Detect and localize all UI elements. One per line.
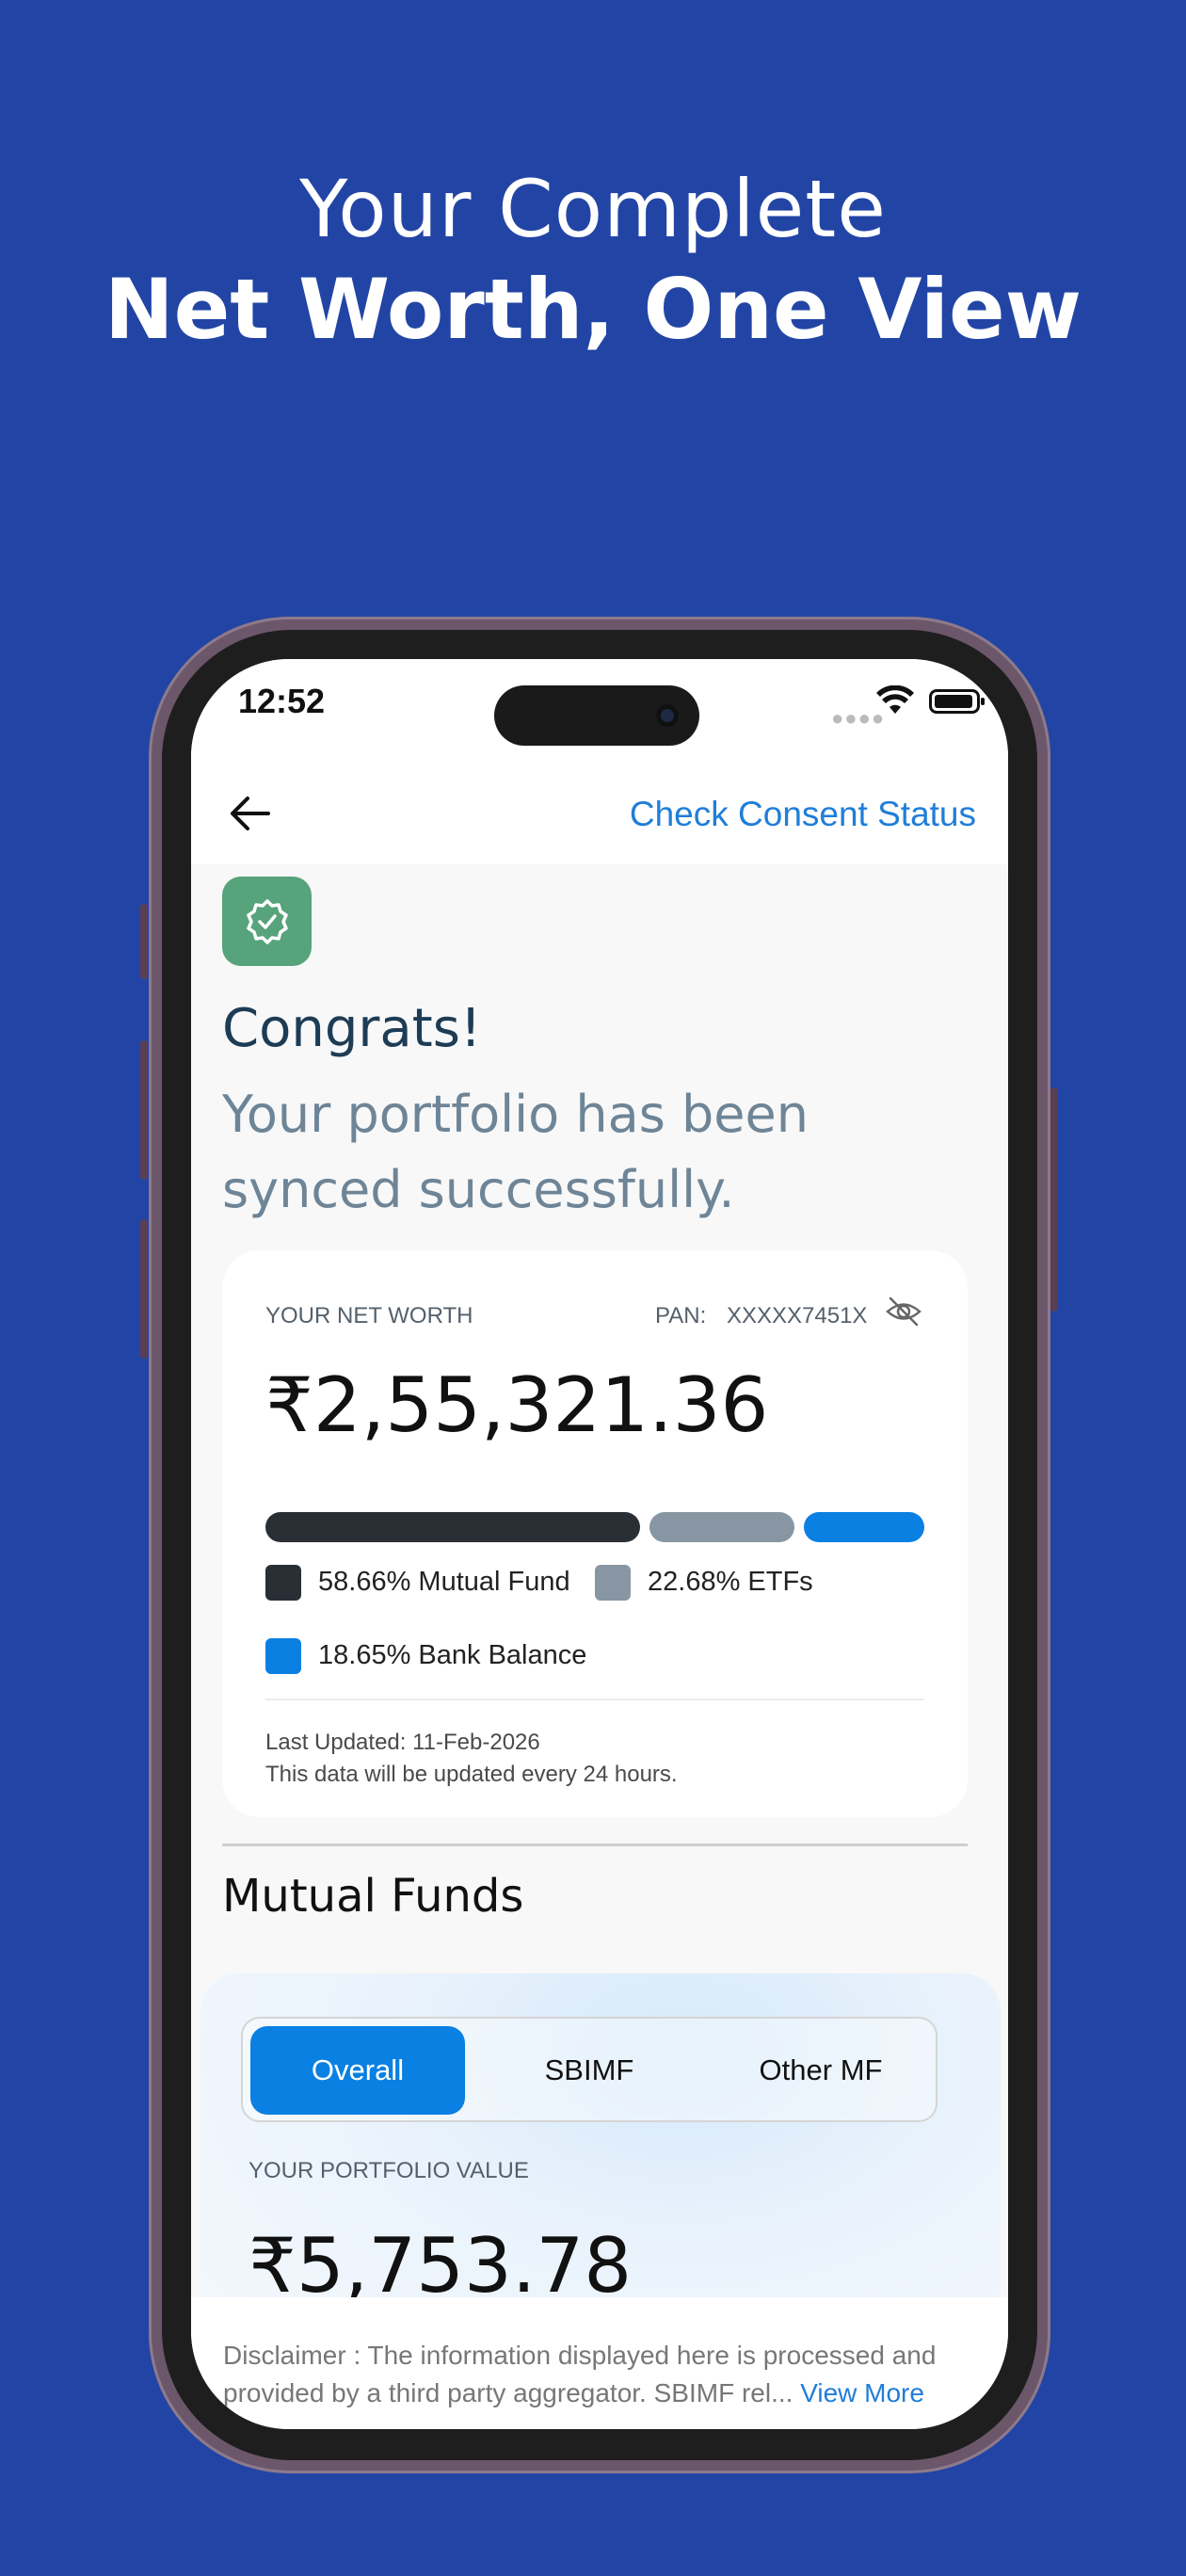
status-bar: 12:52 ●●●●: [191, 659, 1008, 763]
last-updated-date: Last Updated: 11-Feb-2026: [265, 1730, 540, 1755]
legend-swatch: [265, 1565, 301, 1601]
phone-action-button: [140, 904, 148, 979]
success-badge: [222, 877, 312, 966]
sync-success-message: Your portfolio has been synced successfu…: [222, 1085, 809, 1219]
status-time: 12:52: [238, 682, 326, 720]
allocation-bar-mutual-fund: [265, 1512, 640, 1542]
update-frequency-note: This data will be updated every 24 hours…: [265, 1762, 678, 1787]
hero-heading: Your Complete Net Worth, One View: [0, 160, 1186, 362]
legend-label: 58.66% Mutual Fund: [318, 1567, 570, 1597]
section-divider: [222, 1843, 968, 1846]
check-consent-status-link[interactable]: Check Consent Status: [630, 795, 976, 834]
tab-other-mf[interactable]: Other MF: [713, 2026, 928, 2115]
legend-swatch: [595, 1565, 631, 1601]
view-more-link[interactable]: View More: [800, 2378, 924, 2407]
legend-swatch: [265, 1638, 301, 1674]
legend-label: 22.68% ETFs: [648, 1567, 813, 1597]
back-arrow-icon[interactable]: [227, 793, 272, 834]
allocation-bar-bank-balance: [804, 1512, 924, 1542]
hero-line-2: Net Worth, One View: [104, 261, 1082, 358]
wifi-icon: [876, 685, 914, 714]
mutual-funds-title: Mutual Funds: [222, 1870, 524, 1923]
disclaimer-text: Disclaimer : The information displayed h…: [223, 2337, 986, 2412]
last-updated-info: Last Updated: 11-Feb-2026 This data will…: [265, 1727, 678, 1791]
disclaimer-footer: Disclaimer : The information displayed h…: [191, 2297, 1008, 2429]
congrats-title: Congrats!: [222, 998, 482, 1059]
tab-overall[interactable]: Overall: [250, 2026, 465, 2115]
phone-power-button: [1050, 1087, 1058, 1312]
phone-screen: 12:52 ●●●● Check Consent Status Congrats…: [191, 659, 1008, 2429]
portfolio-value-label: YOUR PORTFOLIO VALUE: [248, 2158, 529, 2183]
dynamic-island: [494, 685, 699, 746]
tab-sbimf[interactable]: SBIMF: [482, 2026, 697, 2115]
net-worth-value: ₹2,55,321.36: [265, 1361, 769, 1449]
fund-tabs: Overall SBIMF Other MF: [241, 2017, 938, 2122]
camera-icon: [656, 704, 679, 727]
battery-icon: [929, 689, 985, 714]
verified-badge-icon: [247, 899, 288, 944]
allocation-bar-etfs: [649, 1512, 794, 1542]
phone-volume-down-button: [140, 1219, 148, 1359]
pan-label: PAN:: [655, 1303, 707, 1328]
phone-volume-up-button: [140, 1040, 148, 1180]
net-worth-card: YOUR NET WORTH PAN: XXXXX7451X ₹2,55,321…: [222, 1250, 968, 1817]
nav-bar: Check Consent Status: [191, 763, 1008, 864]
hero-line-1: Your Complete: [299, 163, 887, 255]
pan-value: XXXXX7451X: [727, 1303, 868, 1328]
legend-label: 18.65% Bank Balance: [318, 1640, 587, 1670]
eye-off-icon[interactable]: [885, 1296, 922, 1328]
card-divider: [265, 1699, 924, 1700]
net-worth-label: YOUR NET WORTH: [265, 1303, 473, 1328]
